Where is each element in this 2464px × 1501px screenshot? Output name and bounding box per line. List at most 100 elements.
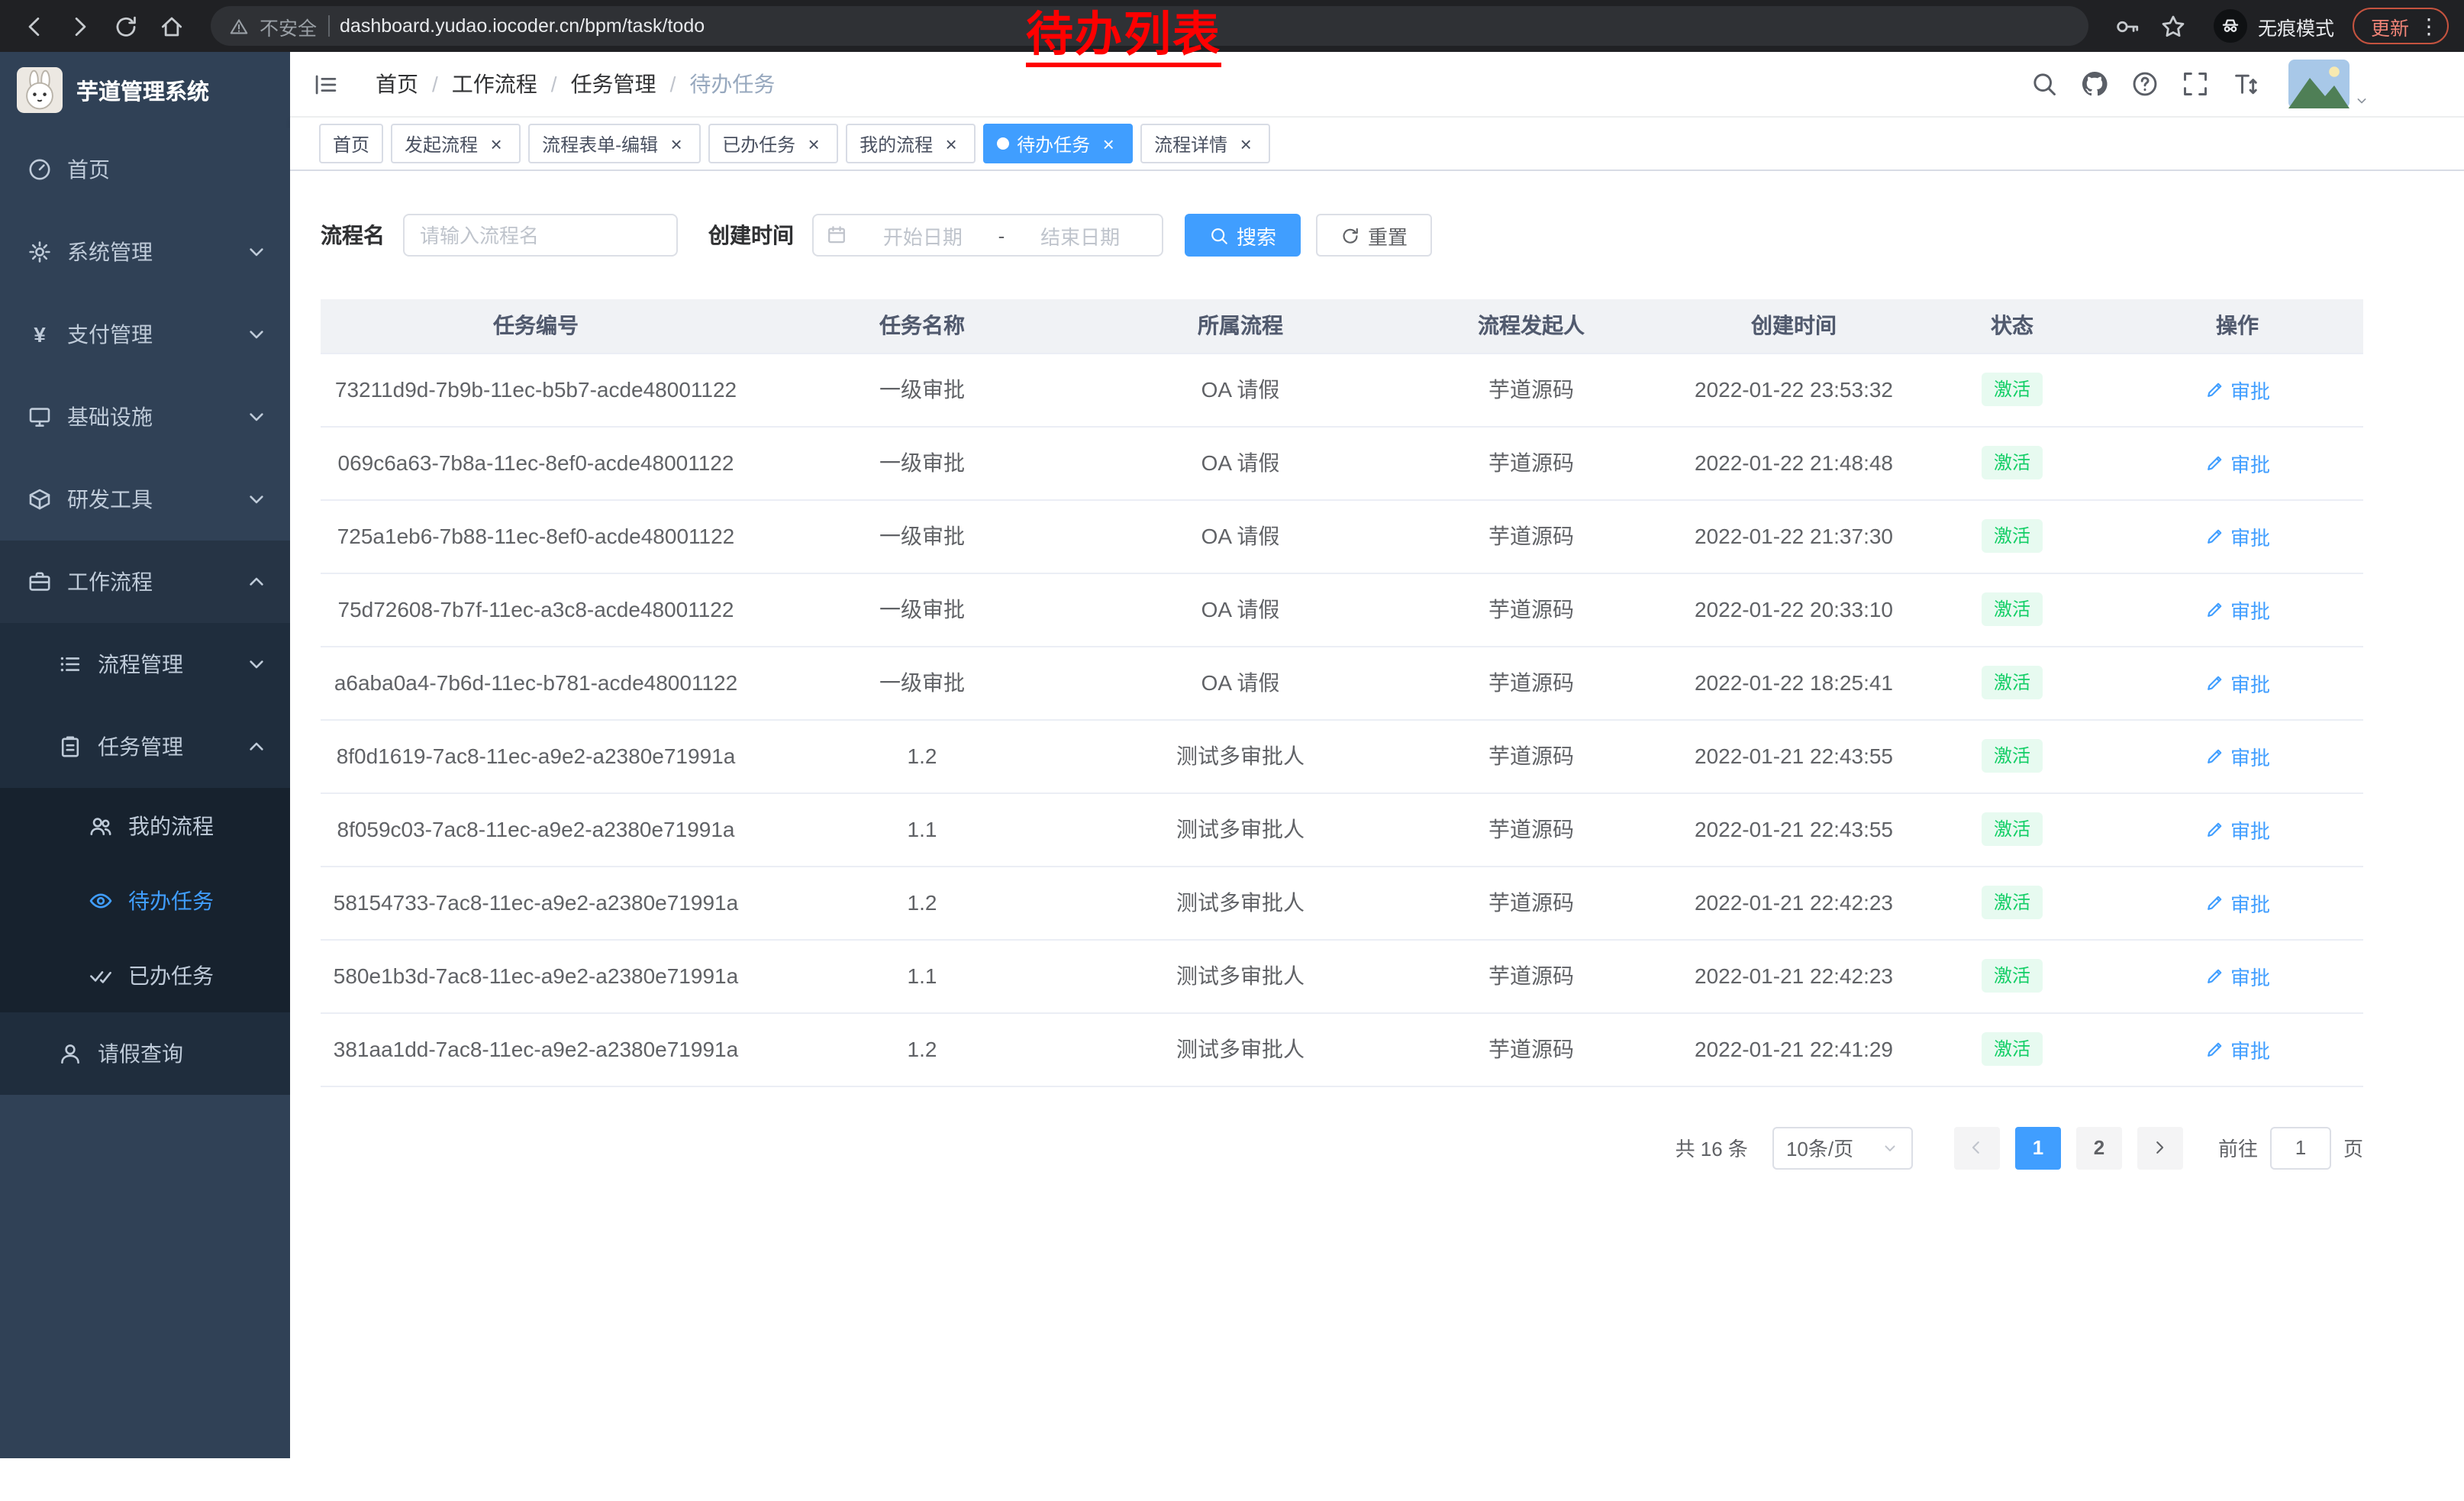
sidebar-item-workflow[interactable]: 工作流程 bbox=[0, 541, 290, 623]
browser-menu-icon: ⋮ bbox=[2418, 13, 2440, 39]
next-page-button[interactable] bbox=[2137, 1126, 2183, 1169]
sidebar-item-my-process[interactable]: 我的流程 bbox=[0, 788, 290, 863]
font-size-icon bbox=[2232, 70, 2259, 98]
sidebar-item-done-task[interactable]: 已办任务 bbox=[0, 938, 290, 1012]
page-size-select[interactable]: 10条/页 bbox=[1772, 1126, 1913, 1169]
approve-link[interactable]: 审批 bbox=[2204, 668, 2270, 697]
active-tab-dot bbox=[997, 137, 1009, 150]
status-badge: 激活 bbox=[1982, 373, 2043, 406]
page-button[interactable]: 2 bbox=[2076, 1126, 2122, 1169]
reset-button[interactable]: 重置 bbox=[1316, 214, 1432, 257]
goto-page-input[interactable] bbox=[2270, 1126, 2331, 1169]
infra-icon bbox=[27, 405, 52, 429]
sidebar-item-home[interactable]: 首页 bbox=[0, 128, 290, 211]
tab-item[interactable]: 发起流程× bbox=[391, 124, 521, 163]
end-date-placeholder: 结束日期 bbox=[1011, 221, 1150, 250]
browser-home-button[interactable] bbox=[150, 5, 192, 47]
process-name-label: 流程名 bbox=[321, 220, 385, 250]
close-icon[interactable]: × bbox=[485, 133, 507, 154]
prev-page-button[interactable] bbox=[1954, 1126, 2000, 1169]
created-time-cell: 2022-01-21 22:43:55 bbox=[1675, 719, 1913, 792]
task-name-cell: 一级审批 bbox=[751, 353, 1093, 426]
edit-icon bbox=[2204, 819, 2224, 839]
fullscreen-icon[interactable] bbox=[2182, 70, 2209, 98]
approve-link[interactable]: 审批 bbox=[2204, 521, 2270, 550]
approve-link[interactable]: 审批 bbox=[2204, 595, 2270, 624]
approve-link[interactable]: 审批 bbox=[2204, 1035, 2270, 1064]
approve-link[interactable]: 审批 bbox=[2204, 375, 2270, 404]
help-icon bbox=[2131, 70, 2159, 98]
breadcrumb-item[interactable]: 工作流程 bbox=[452, 69, 537, 99]
tab-item[interactable]: 已办任务× bbox=[708, 124, 838, 163]
font-size-icon[interactable] bbox=[2232, 70, 2259, 98]
users-icon bbox=[89, 813, 113, 838]
sidebar-item-infrastructure[interactable]: 基础设施 bbox=[0, 376, 290, 458]
close-icon[interactable]: × bbox=[666, 133, 687, 154]
user-icon bbox=[58, 1041, 82, 1066]
column-header: 所属流程 bbox=[1093, 299, 1388, 353]
github-icon[interactable] bbox=[2081, 70, 2108, 98]
date-range-picker[interactable]: 开始日期 - 结束日期 bbox=[812, 214, 1163, 257]
sidebar-item-leave-query[interactable]: 请假查询 bbox=[0, 1012, 290, 1095]
tab-item[interactable]: 我的流程× bbox=[846, 124, 976, 163]
sidebar-item-dev-tools[interactable]: 研发工具 bbox=[0, 458, 290, 541]
approve-link[interactable]: 审批 bbox=[2204, 888, 2270, 917]
breadcrumb-item[interactable]: 首页 bbox=[376, 69, 418, 99]
tab-label: 待办任务 bbox=[1017, 131, 1090, 157]
approve-link[interactable]: 审批 bbox=[2204, 815, 2270, 844]
tab-item[interactable]: 首页 bbox=[319, 124, 383, 163]
table-row: 069c6a63-7b8a-11ec-8ef0-acde48001122一级审批… bbox=[321, 426, 2363, 499]
breadcrumb-item[interactable]: 任务管理 bbox=[571, 69, 656, 99]
close-icon[interactable]: × bbox=[940, 133, 962, 154]
table-row: 73211d9d-7b9b-11ec-b5b7-acde48001122一级审批… bbox=[321, 353, 2363, 426]
breadcrumb-item: 待办任务 bbox=[689, 69, 775, 99]
tab-item[interactable]: 流程详情 × bbox=[1140, 124, 1270, 163]
process-name-input[interactable] bbox=[403, 214, 678, 257]
sidebar-item-system-management[interactable]: 系统管理 bbox=[0, 211, 290, 293]
tab-label: 流程表单-编辑 bbox=[542, 131, 658, 157]
sidebar-item-payment-management[interactable]: ¥支付管理 bbox=[0, 293, 290, 376]
screen: 不安全 dashboard.yudao.iocoder.cn/bpm/task/… bbox=[0, 0, 2464, 1501]
list-icon bbox=[58, 652, 82, 676]
logo-image bbox=[17, 67, 63, 113]
sidebar-item-label: 流程管理 bbox=[98, 649, 183, 679]
filter-form: 流程名 创建时间 开始日期 - 结束日期 搜索 重 bbox=[321, 214, 2464, 257]
initiator-cell: 芋道源码 bbox=[1388, 719, 1675, 792]
tabs-bar: 首页发起流程×流程表单-编辑×已办任务×我的流程×待办任务×流程详情× bbox=[290, 118, 2464, 171]
sidebar-item-task-management[interactable]: 任务管理 bbox=[0, 705, 290, 788]
help-icon[interactable] bbox=[2131, 70, 2159, 98]
tab-label: 流程详情 bbox=[1154, 131, 1227, 157]
close-icon[interactable]: × bbox=[1098, 133, 1119, 154]
table-row: 580e1b3d-7ac8-11ec-a9e2-a2380e71991a1.1测… bbox=[321, 939, 2363, 1012]
created-time-cell: 2022-01-21 22:43:55 bbox=[1675, 792, 1913, 866]
sidebar-item-label: 系统管理 bbox=[67, 237, 153, 267]
user-avatar[interactable] bbox=[2288, 60, 2369, 108]
page-button[interactable]: 1 bbox=[2015, 1126, 2061, 1169]
close-icon[interactable]: × bbox=[1235, 133, 1256, 154]
task-id-cell: 580e1b3d-7ac8-11ec-a9e2-a2380e71991a bbox=[321, 939, 751, 1012]
process-cell: OA 请假 bbox=[1093, 573, 1388, 646]
key-icon[interactable] bbox=[2107, 5, 2150, 47]
eye-icon bbox=[89, 888, 113, 912]
gear-icon bbox=[27, 240, 52, 264]
browser-back-button[interactable] bbox=[12, 5, 55, 47]
address-bar[interactable]: 不安全 dashboard.yudao.iocoder.cn/bpm/task/… bbox=[211, 6, 2088, 46]
column-header: 状态 bbox=[1913, 299, 2111, 353]
search-button[interactable]: 搜索 bbox=[1185, 214, 1301, 257]
search-icon[interactable] bbox=[2030, 70, 2058, 98]
approve-link[interactable]: 审批 bbox=[2204, 741, 2270, 770]
initiator-cell: 芋道源码 bbox=[1388, 353, 1675, 426]
app-logo[interactable]: 芋道管理系统 bbox=[0, 52, 290, 128]
bookmark-star-icon[interactable] bbox=[2153, 5, 2195, 47]
tab-item[interactable]: 流程表单-编辑 × bbox=[528, 124, 701, 163]
sidebar-collapse-button[interactable] bbox=[313, 71, 339, 97]
sidebar-item-todo-task[interactable]: 待办任务 bbox=[0, 863, 290, 938]
tab-item[interactable]: 待办任务 × bbox=[983, 124, 1133, 163]
approve-link[interactable]: 审批 bbox=[2204, 448, 2270, 477]
approve-link[interactable]: 审批 bbox=[2204, 961, 2270, 990]
browser-forward-button[interactable] bbox=[58, 5, 101, 47]
close-icon[interactable]: × bbox=[803, 133, 824, 154]
sidebar-item-process-management[interactable]: 流程管理 bbox=[0, 623, 290, 705]
browser-reload-button[interactable] bbox=[104, 5, 147, 47]
update-button[interactable]: 更新 ⋮ bbox=[2353, 8, 2449, 44]
